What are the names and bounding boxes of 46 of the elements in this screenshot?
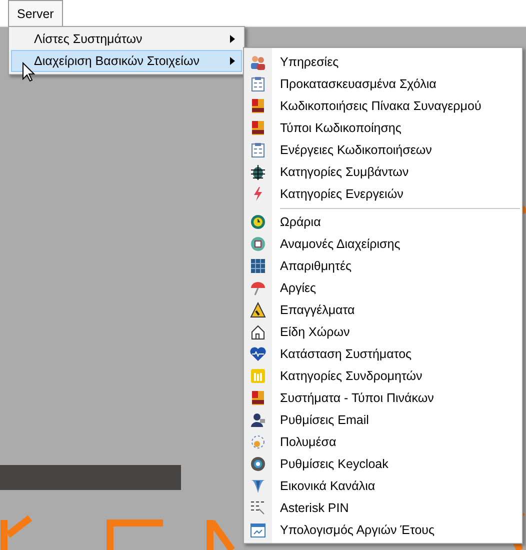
person-icon <box>250 412 266 428</box>
panel-icon <box>250 390 266 406</box>
menu-item[interactable]: Συστήματα - Τύποι Πινάκων <box>280 391 434 405</box>
menu-item[interactable]: Ωράρια <box>280 215 321 229</box>
menu-item[interactable]: Υπολογισμός Αργιών Έτους <box>280 523 435 537</box>
menu-item[interactable]: Λίστες Συστημάτων <box>11 28 242 50</box>
cursor-icon <box>22 62 35 82</box>
menu-item[interactable]: Κωδικοποιήσεις Πίνακα Συναγερμού <box>280 99 482 113</box>
menu-item[interactable]: Κατηγορίες Συμβάντων <box>280 165 409 179</box>
checkbox-icon <box>250 236 266 252</box>
panel-icon <box>250 98 266 114</box>
clipboard-icon <box>250 142 266 158</box>
menu-item[interactable]: Τύποι Κωδικοποίησης <box>280 121 402 135</box>
menu-item[interactable]: Ενέργειες Κωδικοποιήσεων <box>280 143 432 157</box>
menu-item[interactable]: Asterisk PIN <box>280 501 349 515</box>
menu-item[interactable]: Επαγγέλματα <box>280 303 355 317</box>
umbrella-icon <box>250 280 266 296</box>
media-icon <box>250 434 266 450</box>
menu-item[interactable]: Ρυθμίσεις Keycloak <box>280 457 388 471</box>
submenu-arrow-icon <box>230 57 235 65</box>
menu-item[interactable]: Εικονικά Κανάλια <box>280 479 376 493</box>
clock-icon <box>250 214 266 230</box>
keypad-icon <box>250 500 266 516</box>
menu-item[interactable]: Αργίες <box>280 281 316 295</box>
clipboard-icon <box>250 76 266 92</box>
menu-item[interactable]: Κατηγορίες Ενεργειών <box>280 187 404 201</box>
funnel-icon <box>250 478 266 494</box>
menu-item[interactable]: Υπηρεσίες <box>280 55 339 69</box>
grid-icon <box>250 258 266 274</box>
menu-item[interactable]: Αναμονές Διαχείρισης <box>280 237 400 251</box>
menu-item[interactable]: Ρυθμίσεις Email <box>280 413 369 427</box>
menu-title[interactable]: Server <box>8 0 63 26</box>
calendar-icon <box>250 522 266 538</box>
panel-icon <box>250 120 266 136</box>
menu-item[interactable]: Προκατασκευασμένα Σχόλια <box>280 77 436 91</box>
menu-item[interactable]: Πολυμέσα <box>280 435 336 449</box>
menu-item[interactable]: Διαχείριση Βασικών Στοιχείων <box>11 50 242 72</box>
menu-item[interactable]: Είδη Χώρων <box>280 325 350 339</box>
menu-item[interactable]: Απαριθμητές <box>280 259 352 273</box>
house-icon <box>250 324 266 340</box>
menu-item[interactable]: Κατάσταση Συστήματος <box>280 347 412 361</box>
gear-icon <box>250 456 266 472</box>
menu-item[interactable]: Κατηγορίες Συνδρομητών <box>280 369 422 383</box>
submenu-arrow-icon <box>230 35 235 43</box>
heart-pulse-icon <box>250 346 266 362</box>
warning-icon <box>250 302 266 318</box>
